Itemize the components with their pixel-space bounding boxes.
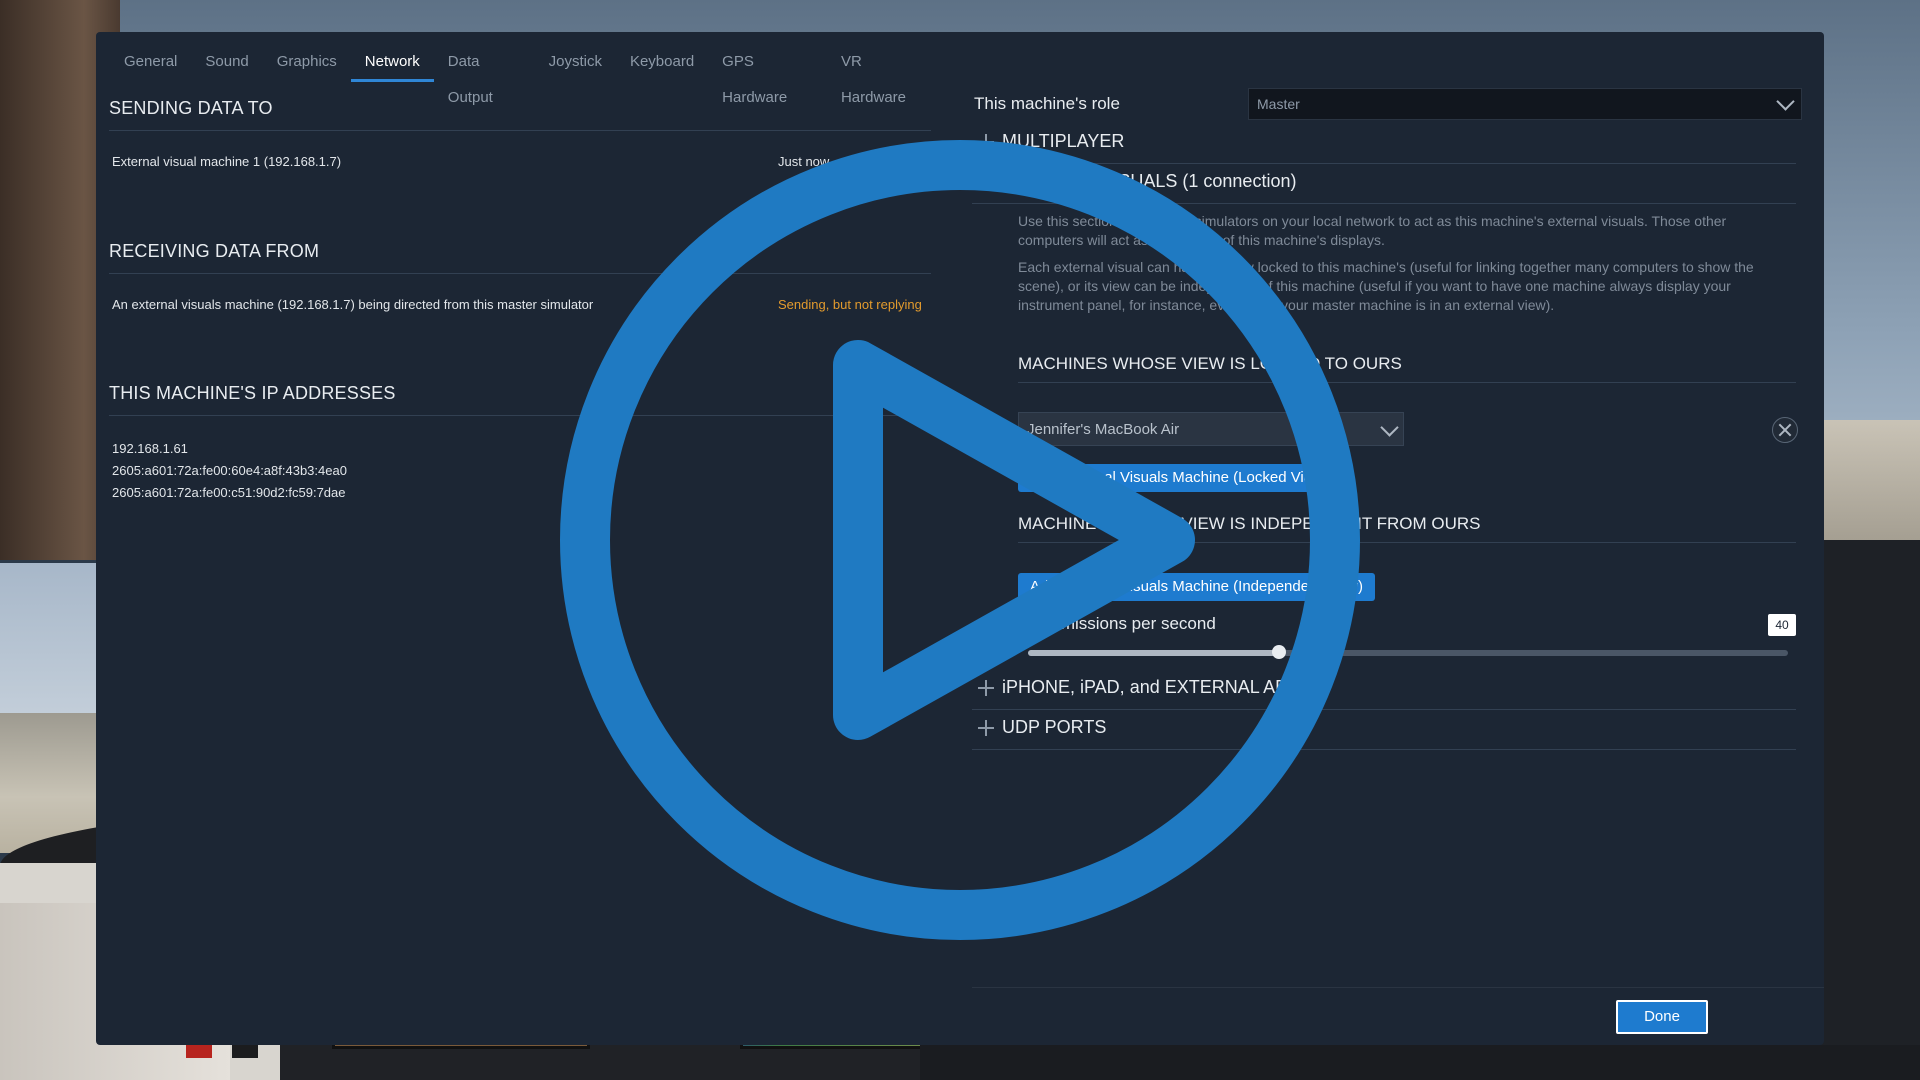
ip-address: 2605:a601:72a:fe00:60e4:a8f:43b3:4ea0: [112, 463, 347, 478]
ip-address: 192.168.1.61: [112, 441, 188, 456]
tab-network[interactable]: Network: [350, 44, 434, 82]
play-ring: [560, 140, 1360, 940]
sending-heading: SENDING DATA TO: [109, 98, 273, 118]
tab-graphics[interactable]: Graphics: [263, 44, 351, 82]
receiving-heading: RECEIVING DATA FROM: [109, 241, 320, 261]
ip-heading: THIS MACHINE'S IP ADDRESSES: [109, 383, 396, 403]
instrument-panel-edge: [1820, 540, 1920, 1080]
ip-address: 2605:a601:72a:fe00:c51:90d2:fc59:7dae: [112, 485, 346, 500]
play-icon[interactable]: [560, 140, 1360, 940]
role-label: This machine's role: [974, 94, 1120, 113]
footer-divider: [972, 987, 1824, 988]
chevron-down-icon: [1380, 418, 1399, 437]
tab-sound[interactable]: Sound: [191, 44, 262, 82]
role-select[interactable]: Master: [1248, 88, 1802, 120]
tab-vr-hardware[interactable]: VR Hardware: [827, 44, 936, 106]
remove-machine-button[interactable]: [1772, 417, 1798, 443]
done-button[interactable]: Done: [1616, 1000, 1708, 1034]
rate-value-field[interactable]: 40: [1768, 614, 1796, 636]
tab-gps-hardware[interactable]: GPS Hardware: [708, 44, 827, 106]
instrument-panel-bottom: [900, 1045, 1920, 1080]
tab-data-output[interactable]: Data Output: [434, 44, 535, 106]
tab-keyboard[interactable]: Keyboard: [616, 44, 708, 82]
receiving-row-label: An external visuals machine (192.168.1.7…: [112, 297, 594, 312]
play-triangle: [833, 340, 1195, 740]
sending-row-label: External visual machine 1 (192.168.1.7): [112, 154, 342, 169]
chevron-down-icon: [1776, 92, 1795, 111]
tab-general[interactable]: General: [110, 44, 191, 82]
runway: [1820, 420, 1920, 540]
tab-joystick[interactable]: Joystick: [535, 44, 616, 82]
settings-tabs: General Sound Graphics Network Data Output Jo…: [110, 44, 936, 106]
role-value: Master: [1257, 96, 1300, 112]
divider: [109, 130, 931, 131]
